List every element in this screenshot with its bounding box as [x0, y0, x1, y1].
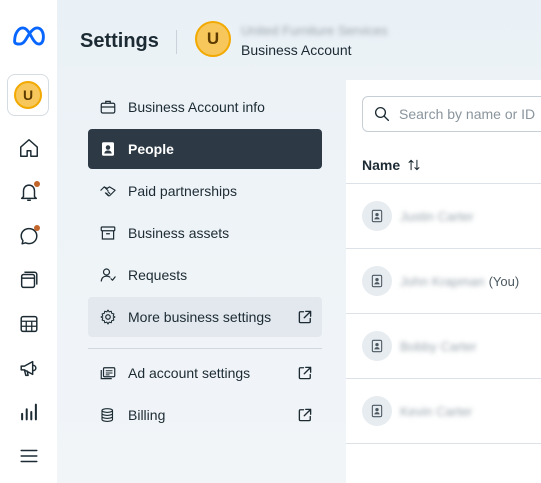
you-indicator: (You)	[488, 273, 520, 289]
person-request-icon	[98, 265, 118, 285]
menu-divider	[88, 348, 322, 349]
menu-item-requests[interactable]: Requests	[88, 255, 322, 295]
table-row[interactable]: Justin Carter	[346, 184, 541, 249]
ad-account-icon	[98, 363, 118, 383]
person-badge-icon	[362, 396, 392, 426]
menu-item-label: More business settings	[128, 309, 272, 325]
person-name: Justin Carter	[400, 208, 474, 224]
external-link-icon	[298, 408, 312, 422]
left-nav-rail: U	[0, 0, 57, 483]
page-title: Settings	[80, 30, 159, 52]
menu-item-label: Business assets	[128, 225, 230, 241]
menu-item-more-business-settings[interactable]: More business settings	[88, 297, 322, 337]
person-name: John Krapman	[400, 273, 485, 289]
menu-item-billing[interactable]: Billing	[88, 395, 322, 435]
avatar: U	[14, 81, 42, 109]
person-badge-icon	[362, 266, 392, 296]
menu-item-business-assets[interactable]: Business assets	[88, 213, 322, 253]
menu-item-label: Ad account settings	[128, 365, 251, 381]
search-input[interactable]: Search by name or ID	[362, 96, 541, 132]
billing-stack-icon	[98, 405, 118, 425]
bell-icon[interactable]	[0, 177, 57, 207]
table-row[interactable]: Bobby Carter	[346, 314, 541, 379]
menu-item-ad-account-settings[interactable]: Ad account settings	[88, 353, 322, 393]
sort-arrows-icon[interactable]	[407, 158, 421, 172]
megaphone-icon[interactable]	[0, 353, 57, 383]
person-badge-icon	[362, 331, 392, 361]
layers-icon[interactable]	[0, 265, 57, 295]
account-name: United Furniture Services	[241, 23, 388, 38]
search-icon	[374, 106, 390, 122]
external-link-icon	[298, 310, 312, 324]
header-divider	[176, 30, 177, 54]
home-icon[interactable]	[0, 133, 57, 163]
menu-item-label: Billing	[128, 407, 166, 423]
table-icon[interactable]	[0, 309, 57, 339]
settings-header: Settings U United Furniture Services Bus…	[57, 0, 541, 80]
hamburger-menu-icon[interactable]	[0, 441, 57, 471]
table-row[interactable]: John Krapman (You)	[346, 249, 541, 314]
people-list-panel: Search by name or ID Name Justin Carter …	[346, 80, 541, 483]
archive-box-icon	[98, 223, 118, 243]
business-avatar[interactable]: U	[195, 21, 231, 57]
menu-item-label: Business Account info	[128, 99, 265, 115]
external-link-icon	[298, 366, 312, 380]
account-type: Business Account	[241, 42, 352, 58]
meta-logo-icon	[12, 26, 45, 46]
chat-bubble-icon[interactable]	[0, 221, 57, 251]
notification-badge	[34, 181, 40, 187]
handshake-icon	[98, 181, 118, 201]
person-name: Kevin Carter	[400, 403, 473, 419]
message-badge	[34, 225, 40, 231]
meta-logo[interactable]	[0, 21, 57, 51]
bar-chart-icon[interactable]	[0, 397, 57, 427]
menu-item-label: Paid partnerships	[128, 183, 237, 199]
account-switcher[interactable]: U	[7, 74, 49, 116]
menu-item-label: Requests	[128, 267, 188, 283]
menu-item-label: People	[128, 141, 174, 157]
person-name: Bobby Carter	[400, 338, 477, 354]
id-badge-icon	[98, 139, 118, 159]
menu-item-paid-partnerships[interactable]: Paid partnerships	[88, 171, 322, 211]
table-row[interactable]: Kevin Carter	[346, 379, 541, 444]
briefcase-icon	[98, 97, 118, 117]
person-badge-icon	[362, 201, 392, 231]
menu-item-people[interactable]: People	[88, 129, 322, 169]
column-header-label: Name	[362, 156, 401, 173]
gear-icon	[98, 307, 118, 327]
menu-item-business-account-info[interactable]: Business Account info	[88, 87, 322, 127]
search-placeholder: Search by name or ID	[399, 106, 536, 122]
column-header-name[interactable]: Name	[346, 146, 541, 184]
